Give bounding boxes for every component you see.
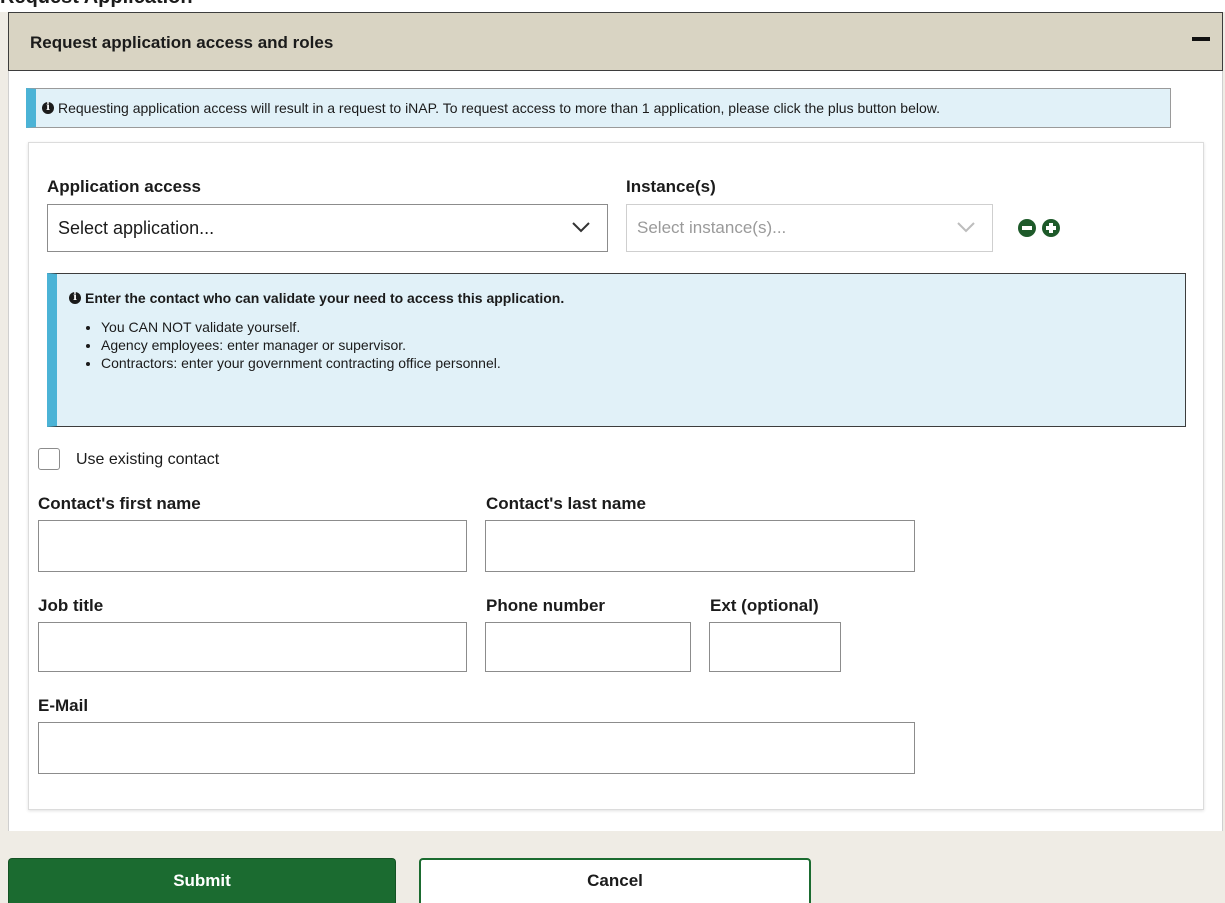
list-item: You CAN NOT validate yourself. — [101, 318, 501, 336]
use-existing-contact-checkbox[interactable] — [38, 448, 60, 470]
job-title-label: Job title — [38, 596, 104, 615]
chevron-down-icon — [572, 222, 590, 233]
first-name-input[interactable] — [38, 520, 467, 572]
top-strip: Request Application — [0, 0, 1225, 12]
phone-input[interactable] — [485, 622, 691, 672]
remove-application-button[interactable] — [1018, 219, 1036, 237]
ext-label: Ext (optional) — [710, 596, 819, 615]
chevron-down-icon — [957, 222, 975, 233]
instances-label: Instance(s) — [626, 177, 716, 196]
collapse-icon[interactable] — [1192, 37, 1210, 41]
list-item: Agency employees: enter manager or super… — [101, 336, 501, 354]
last-name-input[interactable] — [485, 520, 915, 572]
panel-title: Request application access and roles — [30, 33, 334, 52]
list-item: Contractors: enter your government contr… — [101, 354, 501, 372]
job-title-input[interactable] — [38, 622, 467, 672]
phone-label: Phone number — [486, 596, 606, 615]
instances-select[interactable]: Select instance(s)... — [626, 204, 993, 252]
application-select[interactable]: Select application... — [47, 204, 608, 252]
email-label: E-Mail — [38, 696, 89, 715]
plus-icon-vertical — [1049, 223, 1053, 233]
info-icon: i — [69, 292, 81, 304]
submit-button[interactable]: Submit — [8, 858, 396, 903]
cancel-button[interactable]: Cancel — [419, 858, 811, 903]
info-banner-text: Requesting application access will resul… — [58, 100, 940, 116]
page-heading-partial: Request Application — [0, 0, 193, 9]
info-banner: i Requesting application access will res… — [26, 88, 1171, 128]
add-application-button[interactable] — [1042, 219, 1060, 237]
last-name-label: Contact's last name — [486, 494, 646, 513]
instances-select-placeholder: Select instance(s)... — [637, 218, 787, 237]
contact-info-box: i Enter the contact who can validate you… — [47, 273, 1186, 427]
contact-info-heading: i Enter the contact who can validate you… — [69, 290, 564, 306]
application-select-placeholder: Select application... — [58, 217, 215, 238]
panel-header[interactable]: Request application access and roles — [8, 12, 1223, 71]
info-icon: i — [42, 102, 54, 114]
first-name-label: Contact's first name — [38, 494, 201, 513]
minus-icon — [1022, 226, 1032, 230]
use-existing-contact-label[interactable]: Use existing contact — [76, 451, 219, 469]
contact-info-list: You CAN NOT validate yourself. Agency em… — [69, 318, 501, 372]
ext-input[interactable] — [709, 622, 841, 672]
application-access-label: Application access — [47, 177, 202, 196]
contact-info-heading-text: Enter the contact who can validate your … — [85, 290, 565, 306]
email-input[interactable] — [38, 722, 915, 774]
